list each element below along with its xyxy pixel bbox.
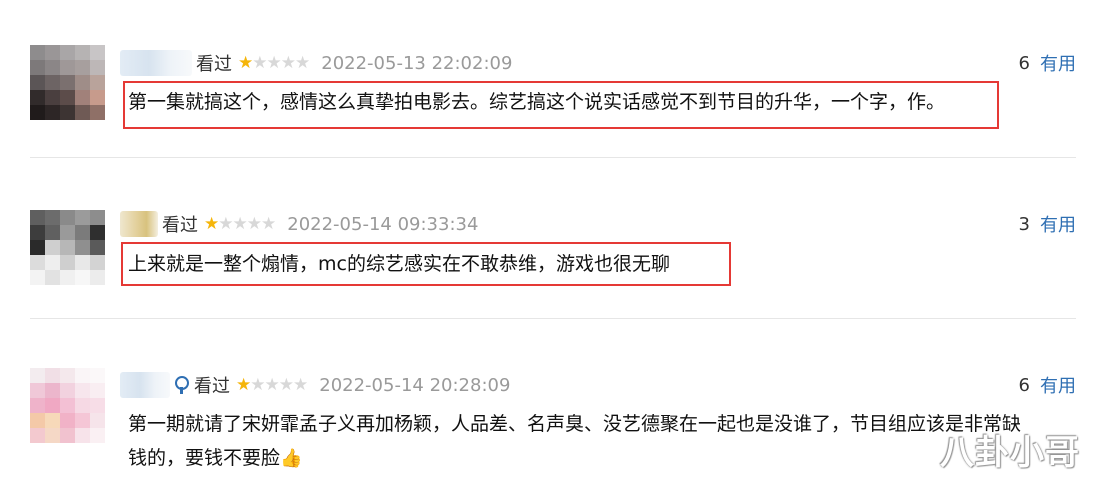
star-icon: ★	[264, 375, 280, 395]
comment-text-line: 钱的，要钱不要脸👍	[128, 441, 1021, 476]
star-icon: ★	[280, 53, 296, 73]
useful-button[interactable]: 有用	[1040, 211, 1076, 237]
useful-vote: 3 有用	[1019, 210, 1076, 238]
useful-vote: 6 有用	[1019, 49, 1076, 77]
star-icon: ★	[252, 53, 267, 73]
useful-button[interactable]: 有用	[1040, 372, 1076, 398]
rating-stars: ★ ★ ★ ★ ★	[204, 214, 276, 234]
star-icon: ★	[266, 53, 282, 73]
watched-label: 看过	[194, 376, 230, 397]
divider	[30, 318, 1076, 319]
star-icon: ★	[261, 214, 276, 234]
star-icon: ★	[218, 214, 233, 234]
watermark: 八卦小哥	[940, 433, 1080, 473]
badge-icon	[174, 375, 189, 395]
avatar[interactable]	[30, 210, 105, 285]
avatar[interactable]	[30, 368, 105, 443]
rating-stars: ★ ★ ★ ★ ★	[236, 375, 308, 395]
comment-time: 2022-05-14 09:33:34	[287, 213, 479, 235]
username-blurred[interactable]	[120, 372, 170, 398]
star-icon: ★	[250, 375, 265, 395]
watched-label: 看过	[196, 54, 232, 75]
comment-text-line: 第一期就请了宋妍霏孟子义再加杨颖，人品差、名声臭、没艺德聚在一起也是没谁了，节目…	[128, 413, 1022, 435]
useful-button[interactable]: 有用	[1040, 50, 1076, 76]
comment-text: 上来就是一整个煽情，mc的综艺感实在不敢恭维，游戏也很无聊	[128, 253, 670, 275]
comment-text-line-end: 钱的，要钱不要脸	[128, 447, 281, 469]
thumbs-up-icon: 👍	[280, 448, 303, 469]
star-icon: ★	[204, 214, 219, 234]
useful-count: 6	[1018, 374, 1030, 396]
comment-time: 2022-05-14 20:28:09	[319, 374, 511, 396]
username-blurred[interactable]	[120, 211, 158, 237]
watched-label: 看过	[162, 215, 198, 236]
star-icon: ★	[278, 375, 294, 395]
username-blurred[interactable]	[120, 50, 192, 76]
star-icon: ★	[293, 375, 308, 395]
star-icon: ★	[232, 214, 248, 234]
star-icon: ★	[246, 214, 262, 234]
comment-time: 2022-05-13 22:02:09	[321, 52, 513, 74]
rating-stars: ★ ★ ★ ★ ★	[238, 53, 310, 73]
star-icon: ★	[238, 53, 253, 73]
comment-text: 第一集就搞这个，感情这么真挚拍电影去。综艺搞这个说实话感觉不到节目的升华，一个字…	[128, 91, 946, 113]
useful-vote: 6 有用	[1019, 371, 1076, 399]
useful-count: 6	[1018, 52, 1030, 74]
divider	[30, 157, 1076, 158]
useful-count: 3	[1018, 213, 1030, 235]
comment-text: 第一期就请了宋妍霏孟子义再加杨颖，人品差、名声臭、没艺德聚在一起也是没谁了，节目…	[128, 407, 1021, 476]
star-icon: ★	[236, 375, 251, 395]
avatar[interactable]	[30, 45, 105, 120]
star-icon: ★	[295, 53, 310, 73]
